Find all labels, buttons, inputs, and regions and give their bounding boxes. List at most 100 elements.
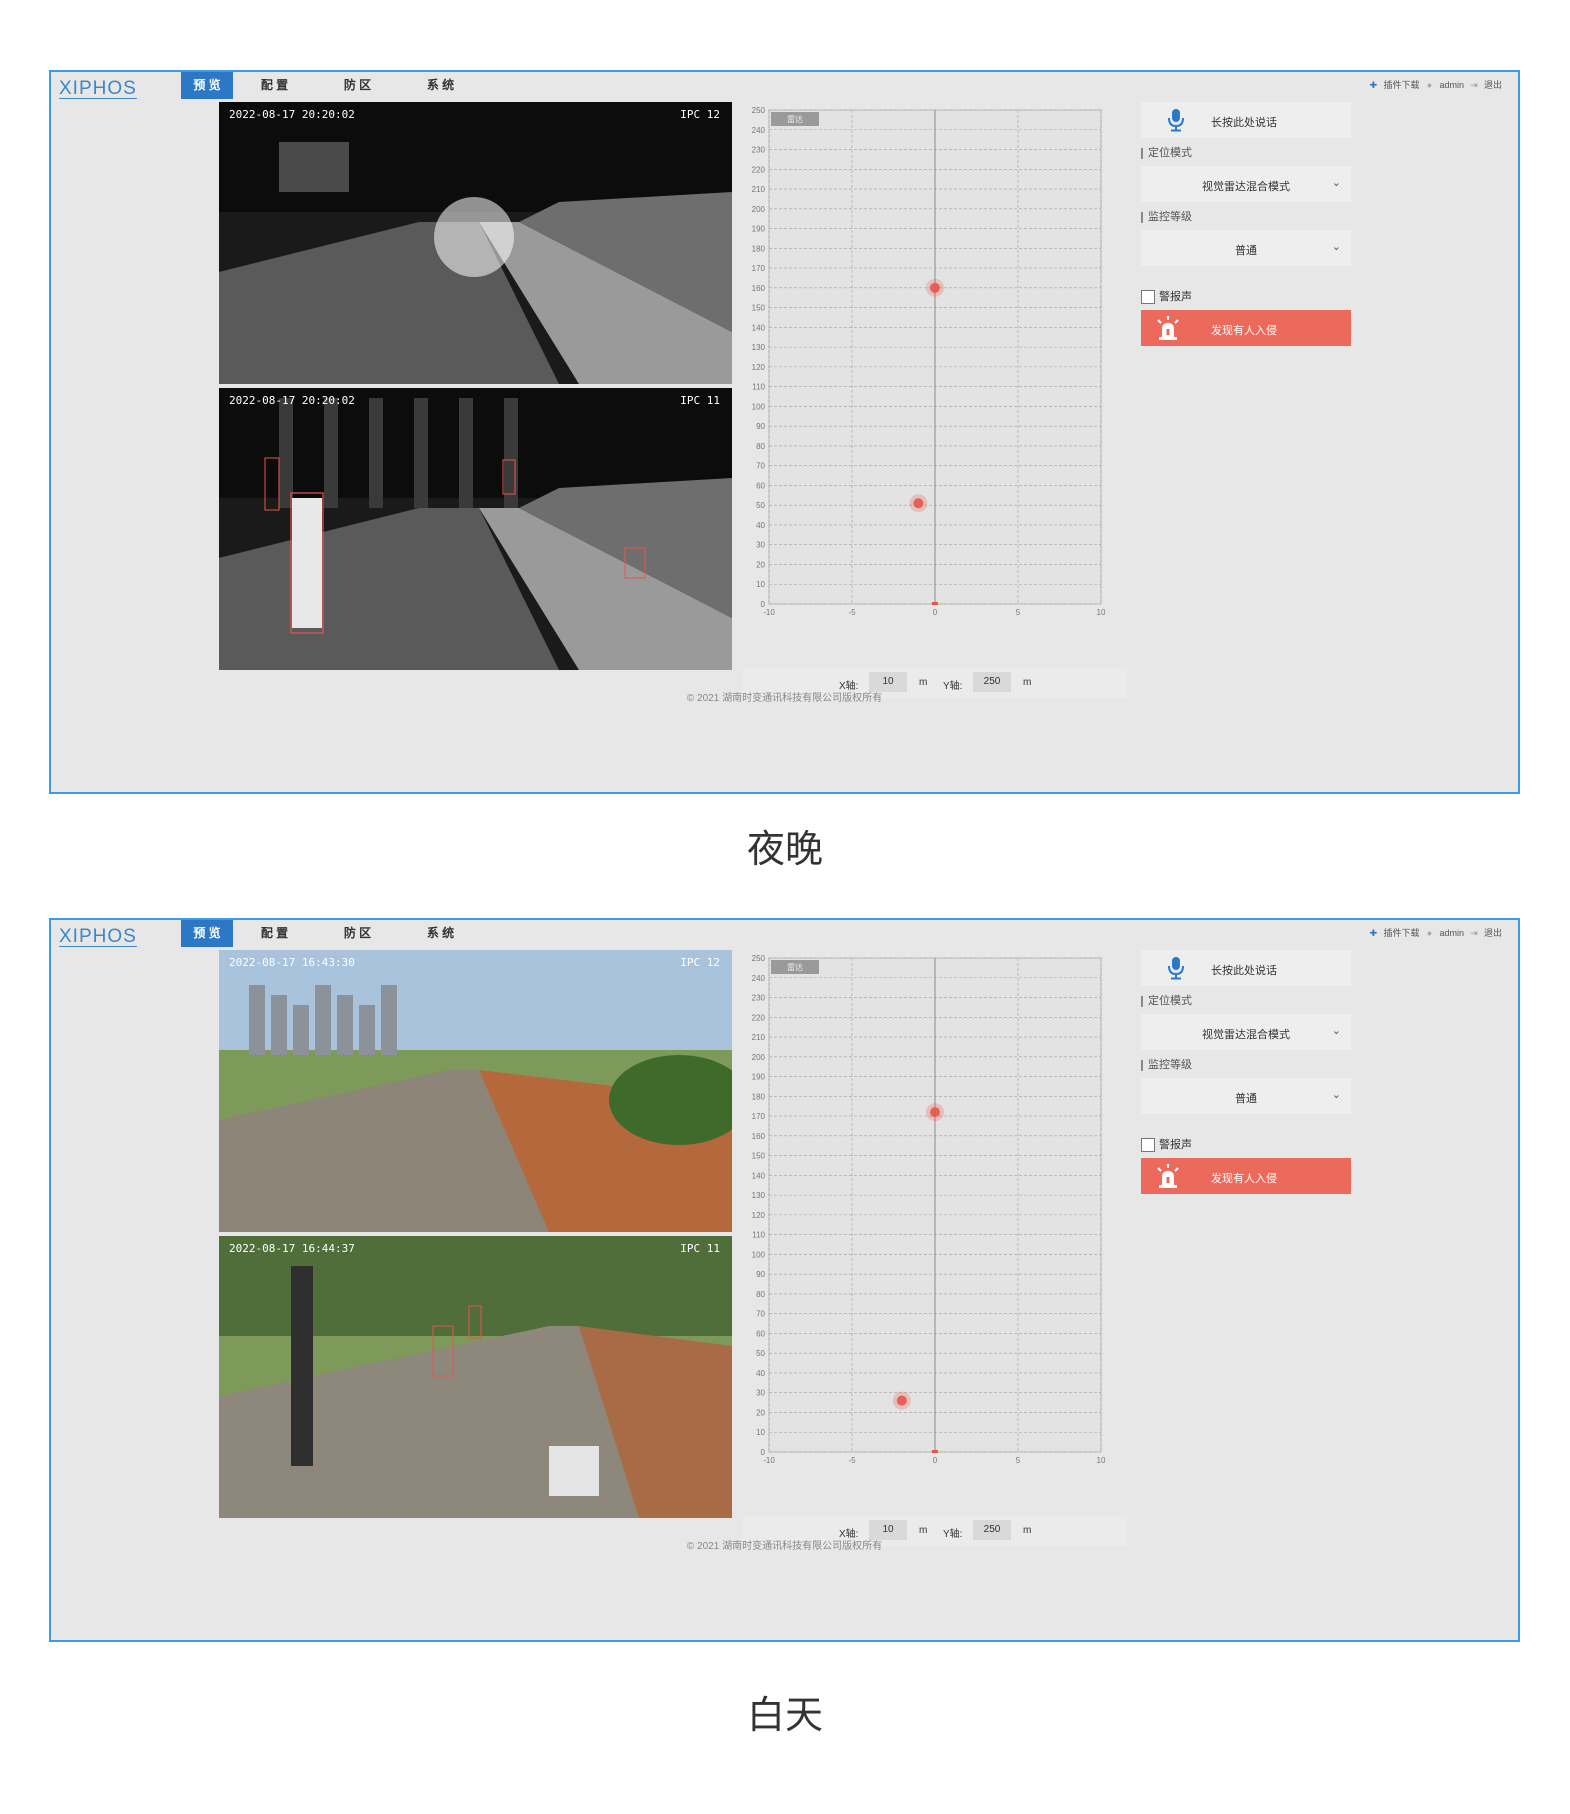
x-tick-label: 10 bbox=[1097, 608, 1106, 617]
y-tick-label: 160 bbox=[752, 284, 766, 293]
y-tick-label: 10 bbox=[756, 580, 765, 589]
camera-view-ipc12[interactable]: 2022-08-17 20:20:02 IPC 12 bbox=[219, 102, 732, 384]
y-tick-label: 110 bbox=[752, 1231, 765, 1240]
top-bar: XIPHOS 预 览 配 置 防 区 系 统 ✚ 插件下载 ● admin ⇥ … bbox=[51, 72, 1518, 102]
mode-select-value: 视觉雷达混合模式 bbox=[1202, 181, 1290, 193]
alarm-sound-label: 警报声 bbox=[1159, 291, 1192, 303]
x-tick-label: 10 bbox=[1097, 1456, 1106, 1465]
camera-timestamp: 2022-08-17 16:43:30 bbox=[229, 956, 355, 969]
caption-day: 白天 bbox=[746, 1693, 823, 1737]
nav-tab-system[interactable]: 系 统 bbox=[399, 920, 482, 947]
alarm-sound-checkbox[interactable] bbox=[1141, 1138, 1155, 1153]
radar-chart[interactable]: 0 10 20 30 40 50 60 70 80 90 100 110 120 130 140 150 160… bbox=[745, 950, 1125, 1510]
y-tick-label: 20 bbox=[756, 560, 765, 569]
username-label[interactable]: admin bbox=[1439, 80, 1464, 90]
x-tick-label: -5 bbox=[848, 608, 856, 617]
camera-view-ipc11[interactable]: 2022-08-17 20:20:02 IPC 11 bbox=[219, 388, 732, 670]
y-tick-label: 140 bbox=[752, 1171, 766, 1180]
caption-night: 夜晚 bbox=[746, 827, 823, 871]
target-point[interactable] bbox=[913, 498, 924, 509]
x-tick-label: -5 bbox=[848, 1456, 856, 1465]
camera-view-ipc11[interactable]: 2022-08-17 16:44:37 IPC 11 bbox=[219, 1236, 732, 1518]
copyright-footer: © 2021 湖南时变通讯科技有限公司版权所有 bbox=[686, 1541, 883, 1552]
y-tick-label: 30 bbox=[756, 541, 765, 550]
siren-icon bbox=[1157, 1164, 1179, 1188]
radar-tag-label: 雷达 bbox=[787, 114, 803, 124]
screen-night: XIPHOS 预 览 配 置 防 区 系 统 ✚ 插件下载 ● admin ⇥ … bbox=[49, 70, 1520, 794]
y-tick-label: 30 bbox=[756, 1389, 765, 1398]
y-tick-label: 250 bbox=[752, 106, 766, 115]
camera-feed-image bbox=[219, 102, 732, 384]
chevron-down-icon: ⌄ bbox=[1331, 1089, 1341, 1101]
brand-logo[interactable]: XIPHOS bbox=[59, 926, 137, 948]
nav-tab-preview[interactable]: 预 览 bbox=[181, 920, 233, 947]
x-axis-unit: m bbox=[919, 677, 928, 688]
y-tick-label: 10 bbox=[756, 1428, 765, 1437]
alarm-sound-toggle[interactable]: 警报声 bbox=[1141, 1136, 1192, 1153]
intrusion-alert-banner[interactable]: 发现有人入侵 bbox=[1141, 310, 1351, 346]
mode-select[interactable]: 视觉雷达混合模式 ⌄ bbox=[1141, 1014, 1351, 1050]
level-select[interactable]: 普通 ⌄ bbox=[1141, 230, 1351, 266]
puzzle-icon: ✚ bbox=[1369, 927, 1378, 938]
level-select-value: 普通 bbox=[1235, 1093, 1257, 1105]
microphone-icon bbox=[1168, 957, 1184, 980]
y-tick-label: 250 bbox=[752, 954, 766, 963]
nav-tab-preview[interactable]: 预 览 bbox=[181, 72, 233, 99]
nav-tab-config[interactable]: 配 置 bbox=[233, 72, 316, 99]
nav-tab-system[interactable]: 系 统 bbox=[399, 72, 482, 99]
chevron-down-icon: ⌄ bbox=[1331, 241, 1341, 253]
plugin-download-link[interactable]: 插件下载 bbox=[1383, 926, 1419, 939]
nav-tab-zone[interactable]: 防 区 bbox=[316, 72, 399, 99]
user-toolbar: ✚ 插件下载 ● admin ⇥ 退出 bbox=[1368, 78, 1502, 91]
top-bar: XIPHOS 预 览 配 置 防 区 系 统 ✚ 插件下载 ● admin ⇥ … bbox=[51, 920, 1518, 950]
y-tick-label: 100 bbox=[752, 1250, 766, 1259]
push-to-talk-button[interactable]: 长按此处说话 bbox=[1141, 950, 1351, 986]
y-tick-label: 220 bbox=[752, 1013, 766, 1022]
y-tick-label: 190 bbox=[752, 225, 766, 234]
user-icon: ● bbox=[1426, 927, 1433, 938]
logout-link[interactable]: 退出 bbox=[1484, 926, 1502, 939]
logout-link[interactable]: 退出 bbox=[1484, 78, 1502, 91]
target-point[interactable] bbox=[930, 282, 940, 293]
y-tick-label: 130 bbox=[752, 343, 766, 352]
plugin-download-link[interactable]: 插件下载 bbox=[1383, 78, 1419, 91]
intrusion-alert-banner[interactable]: 发现有人入侵 bbox=[1141, 1158, 1351, 1194]
target-point[interactable] bbox=[930, 1107, 940, 1118]
y-tick-label: 150 bbox=[752, 304, 766, 313]
mode-section-title: 定位模式 bbox=[1141, 148, 1192, 159]
y-tick-label: 220 bbox=[752, 165, 766, 174]
mode-select[interactable]: 视觉雷达混合模式 ⌄ bbox=[1141, 166, 1351, 202]
microphone-icon bbox=[1168, 109, 1184, 132]
copyright-footer: © 2021 湖南时变通讯科技有限公司版权所有 bbox=[686, 693, 883, 704]
radar-chart[interactable]: 0 10 20 30 40 50 60 70 80 90 100 110 120 130 140 150 160… bbox=[745, 102, 1125, 662]
x-tick-label: -10 bbox=[763, 608, 775, 617]
camera-view-ipc12[interactable]: 2022-08-17 16:43:30 IPC 12 bbox=[219, 950, 732, 1232]
y-tick-label: 110 bbox=[752, 383, 765, 392]
intrusion-alert-label: 发现有人入侵 bbox=[1211, 325, 1277, 337]
target-point[interactable] bbox=[896, 1395, 907, 1406]
alarm-sound-checkbox[interactable] bbox=[1141, 290, 1155, 305]
y-tick-label: 240 bbox=[752, 974, 766, 983]
alarm-sound-toggle[interactable]: 警报声 bbox=[1141, 288, 1192, 305]
nav-tab-zone[interactable]: 防 区 bbox=[316, 920, 399, 947]
y-tick-label: 210 bbox=[752, 1033, 766, 1042]
y-tick-label: 20 bbox=[756, 1408, 765, 1417]
x-tick-label: 5 bbox=[1016, 1456, 1021, 1465]
logout-icon: ⇥ bbox=[1470, 79, 1478, 90]
intrusion-alert-label: 发现有人入侵 bbox=[1211, 1173, 1277, 1185]
y-tick-label: 80 bbox=[756, 442, 765, 451]
username-label[interactable]: admin bbox=[1439, 928, 1464, 938]
level-section-title: 监控等级 bbox=[1141, 212, 1192, 223]
brand-logo[interactable]: XIPHOS bbox=[59, 78, 137, 100]
y-tick-label: 180 bbox=[752, 1092, 766, 1101]
push-to-talk-button[interactable]: 长按此处说话 bbox=[1141, 102, 1351, 138]
y-tick-label: 200 bbox=[752, 205, 766, 214]
level-select[interactable]: 普通 ⌄ bbox=[1141, 1078, 1351, 1114]
alarm-sound-label: 警报声 bbox=[1159, 1139, 1192, 1151]
radar-tag-label: 雷达 bbox=[787, 962, 803, 972]
radar-plot: 0 10 20 30 40 50 60 70 80 90 100 110 120 130 140 150 160… bbox=[752, 954, 1106, 1465]
user-icon: ● bbox=[1426, 79, 1433, 90]
x-tick-label: 5 bbox=[1016, 608, 1021, 617]
nav-tab-config[interactable]: 配 置 bbox=[233, 920, 316, 947]
y-tick-label: 190 bbox=[752, 1073, 766, 1082]
